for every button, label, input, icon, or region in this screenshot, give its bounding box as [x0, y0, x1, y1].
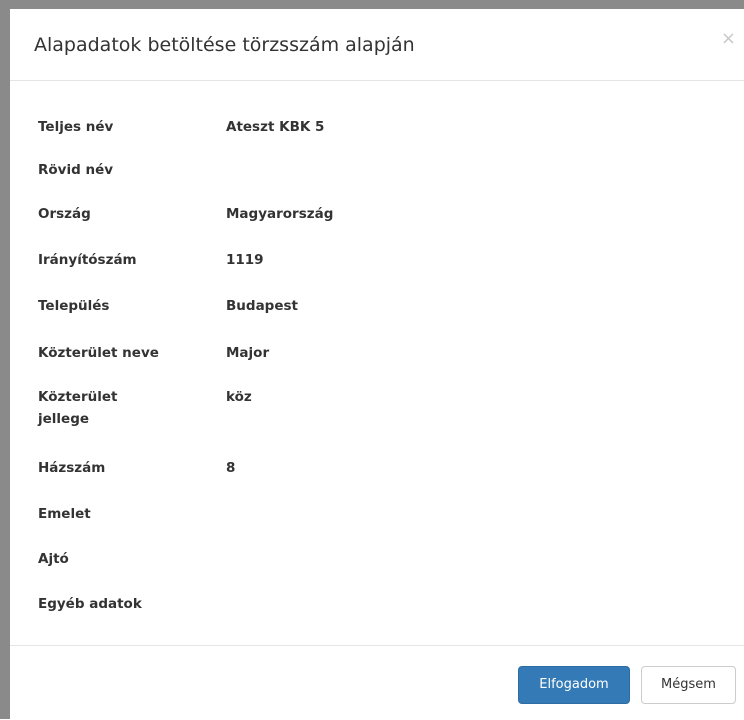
field-value: köz — [226, 389, 252, 405]
field-label: Település — [38, 298, 110, 314]
modal-header: Alapadatok betöltése törzsszám alapján × — [10, 9, 744, 81]
field-value: Major — [226, 345, 270, 361]
backdrop — [0, 0, 744, 9]
field-label: Irányítószám — [38, 252, 137, 268]
field-label: Teljes név — [38, 119, 114, 135]
field-value: Budapest — [226, 298, 298, 314]
screen: Alapadatok betöltése törzsszám alapján ×… — [0, 0, 744, 719]
field-value: 1119 — [226, 252, 264, 268]
backdrop-left — [0, 0, 10, 719]
field-label: Közterület neve — [38, 345, 159, 361]
modal-footer: Elfogadom Mégsem — [10, 645, 744, 720]
close-icon[interactable]: × — [721, 29, 736, 49]
cancel-button[interactable]: Mégsem — [641, 666, 736, 704]
field-label: Emelet — [38, 506, 91, 522]
field-label: Közterület jellege — [38, 389, 118, 427]
field-label: Ország — [38, 206, 91, 222]
field-value: Magyarország — [226, 206, 334, 222]
field-label: Ajtó — [38, 551, 69, 567]
field-value: 8 — [226, 460, 236, 476]
accept-button[interactable]: Elfogadom — [518, 666, 630, 704]
modal-dialog: Alapadatok betöltése törzsszám alapján ×… — [10, 9, 744, 719]
field-label: Rövid név — [38, 162, 114, 178]
field-value: Ateszt KBK 5 — [226, 119, 325, 135]
modal-title: Alapadatok betöltése törzsszám alapján — [34, 34, 415, 56]
field-label: Házszám — [38, 460, 106, 476]
field-label: Egyéb adatok — [38, 596, 142, 612]
